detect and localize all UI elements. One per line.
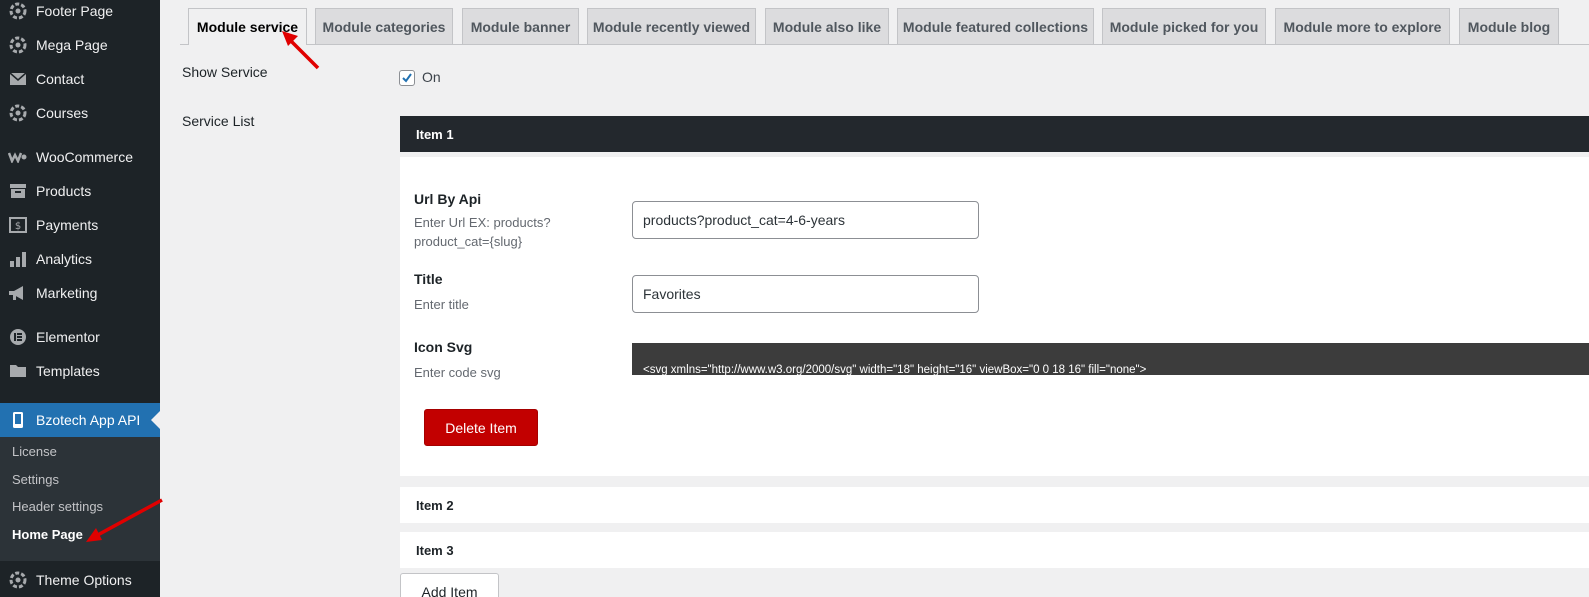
url-by-api-input[interactable]: products?product_cat=4-6-years: [632, 201, 979, 239]
gear-cog-icon: [0, 103, 36, 123]
submenu: License Settings Header settings Home Pa…: [0, 437, 160, 561]
gear-cog-icon: [0, 35, 36, 55]
show-service-label: Show Service: [182, 64, 268, 80]
tab-module-blog[interactable]: Module blog: [1459, 8, 1559, 44]
folder-icon: [0, 364, 36, 378]
code-text: <svg xmlns="http://www.w3.org/2000/svg" …: [643, 364, 1147, 375]
menu-label: Mega Page: [36, 37, 108, 53]
url-by-api-desc: Enter Url EX: products?: [414, 215, 551, 230]
tab-module-more-to-explore[interactable]: Module more to explore: [1275, 8, 1450, 44]
menu-item-payments[interactable]: $ Payments: [0, 208, 160, 242]
menu-item-bzotech-app-api[interactable]: Bzotech App API: [0, 403, 160, 437]
tab-module-recently-viewed[interactable]: Module recently viewed: [587, 8, 756, 44]
menu-label: Bzotech App API: [36, 412, 141, 428]
tab-module-service[interactable]: Module service: [188, 8, 307, 45]
menu-item-footer-page[interactable]: Footer Page: [0, 0, 160, 28]
tab-module-featured-collections[interactable]: Module featured collections: [897, 8, 1094, 44]
show-service-checkbox[interactable]: [399, 70, 415, 86]
gear-cog-icon: [0, 1, 36, 21]
menu-item-elementor[interactable]: Elementor: [0, 320, 160, 354]
menu-item-mega-page[interactable]: Mega Page: [0, 28, 160, 62]
title-desc: Enter title: [414, 297, 469, 312]
show-service-option-label: On: [422, 69, 441, 85]
menu-label: Marketing: [36, 285, 98, 301]
repeater-item-header[interactable]: Item 2: [400, 487, 1589, 523]
menu-item-theme-options[interactable]: Theme Options: [0, 563, 160, 597]
submenu-item-license[interactable]: License: [12, 444, 57, 459]
woocommerce-icon: [0, 151, 36, 163]
admin-sidebar: Footer Page Mega Page Contact Courses Wo…: [0, 0, 160, 597]
menu-label: Products: [36, 183, 92, 199]
checkmark-icon: [402, 73, 412, 83]
dollar-icon: $: [0, 217, 36, 233]
tab-module-also-like[interactable]: Module also like: [765, 8, 889, 44]
url-by-api-label: Url By Api: [414, 191, 482, 207]
submenu-item-home-page[interactable]: Home Page: [12, 527, 83, 542]
menu-label: Elementor: [36, 329, 100, 345]
repeater-item-header[interactable]: Item 3: [400, 532, 1589, 568]
menu-item-marketing[interactable]: Marketing: [0, 276, 160, 310]
submenu-item-settings[interactable]: Settings: [12, 472, 59, 487]
menu-label: Payments: [36, 217, 99, 233]
title-input[interactable]: Favorites: [632, 275, 979, 313]
megaphone-icon: [0, 285, 36, 301]
menu-item-contact[interactable]: Contact: [0, 62, 160, 96]
phone-icon: [0, 411, 36, 429]
submenu-item-header-settings[interactable]: Header settings: [12, 499, 103, 514]
repeater-item-body: [400, 157, 1589, 476]
menu-item-templates[interactable]: Templates: [0, 354, 160, 388]
delete-item-button[interactable]: Delete Item: [424, 409, 538, 446]
tab-module-categories[interactable]: Module categories: [315, 8, 453, 44]
menu-label: Courses: [36, 105, 89, 121]
tabs-divider: [180, 44, 1589, 45]
add-item-button[interactable]: Add Item: [400, 573, 499, 597]
menu-label: Analytics: [36, 251, 93, 267]
menu-label: Contact: [36, 71, 85, 87]
tab-module-picked-for-you[interactable]: Module picked for you: [1102, 8, 1266, 44]
icon-svg-label: Icon Svg: [414, 339, 473, 355]
menu-item-courses[interactable]: Courses: [0, 96, 160, 130]
archive-icon: [0, 183, 36, 199]
tab-module-banner[interactable]: Module banner: [462, 8, 579, 44]
menu-label: Theme Options: [36, 572, 132, 588]
menu-label: Footer Page: [36, 3, 114, 19]
menu-item-products[interactable]: Products: [0, 174, 160, 208]
title-label: Title: [414, 271, 443, 287]
active-menu-notch: [151, 411, 160, 429]
service-list-label: Service List: [182, 113, 255, 129]
bar-chart-icon: [0, 251, 36, 267]
menu-label: WooCommerce: [36, 149, 133, 165]
svg-text:$: $: [15, 221, 21, 232]
elementor-icon: [0, 328, 36, 346]
menu-label: Templates: [36, 363, 100, 379]
icon-svg-code-editor[interactable]: <svg xmlns="http://www.w3.org/2000/svg" …: [632, 343, 1589, 375]
gear-cog-icon: [0, 570, 36, 590]
repeater-item-header[interactable]: Item 1: [400, 116, 1589, 152]
menu-item-woocommerce[interactable]: WooCommerce: [0, 140, 160, 174]
envelope-icon: [0, 72, 36, 86]
icon-svg-desc: Enter code svg: [414, 365, 501, 380]
url-by-api-desc: product_cat={slug}: [414, 234, 523, 249]
menu-item-analytics[interactable]: Analytics: [0, 242, 160, 276]
